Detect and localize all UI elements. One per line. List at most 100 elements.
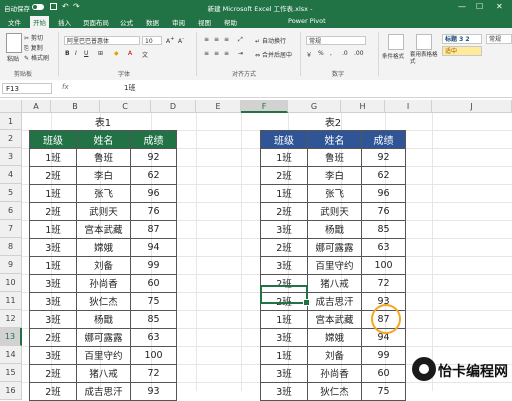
table2-header-cell[interactable]: 班级 <box>260 129 308 149</box>
row-header-3[interactable]: 3 <box>0 148 22 166</box>
row-header-5[interactable]: 5 <box>0 184 22 202</box>
save-icon[interactable] <box>50 3 57 10</box>
close-button[interactable]: ✕ <box>496 2 503 11</box>
table1-cell[interactable]: 2班 <box>29 381 77 401</box>
align-right-icon[interactable]: ≡ <box>224 50 229 57</box>
column-header-a[interactable]: A <box>22 100 51 113</box>
table2-cell[interactable]: 武则天 <box>307 201 362 221</box>
table1-cell[interactable]: 杨戬 <box>76 309 131 329</box>
table2-cell[interactable]: 嫦娥 <box>307 327 362 347</box>
table1-cell[interactable]: 63 <box>129 327 178 347</box>
table1-cell[interactable]: 60 <box>129 273 178 293</box>
table2-cell[interactable]: 2班 <box>260 165 308 185</box>
table1-cell[interactable]: 3班 <box>29 309 77 329</box>
tab-review[interactable]: 审阅 <box>172 17 185 27</box>
border-icon[interactable]: ⊞ <box>98 50 103 57</box>
row-header-15[interactable]: 15 <box>0 364 22 382</box>
table2-header-cell[interactable]: 成绩 <box>360 129 407 149</box>
increase-decimal-icon[interactable]: .0 <box>342 50 348 57</box>
table1-cell[interactable]: 1班 <box>29 255 77 275</box>
phonetic-icon[interactable]: 文 <box>142 50 148 59</box>
table1-cell[interactable]: 2班 <box>29 327 77 347</box>
row-header-7[interactable]: 7 <box>0 220 22 238</box>
table1-cell[interactable]: 鲁班 <box>76 147 131 167</box>
comma-icon[interactable]: , <box>330 50 332 57</box>
paste-button[interactable]: 粘贴 <box>7 54 19 63</box>
table1-cell[interactable]: 成吉思汗 <box>76 381 131 401</box>
column-header-j[interactable]: J <box>432 100 512 113</box>
paste-icon[interactable] <box>6 33 22 53</box>
table2-cell[interactable]: 狄仁杰 <box>307 381 362 401</box>
table1-cell[interactable]: 99 <box>129 255 178 275</box>
table1-cell[interactable]: 96 <box>129 183 178 203</box>
italic-icon[interactable]: I <box>75 50 77 57</box>
conditional-format-button[interactable]: 条件格式 <box>382 52 404 60</box>
table1-cell[interactable]: 75 <box>129 291 178 311</box>
table2-cell[interactable]: 75 <box>360 381 407 401</box>
tab-file[interactable]: 文件 <box>8 17 21 27</box>
table2-cell[interactable]: 1班 <box>260 183 308 203</box>
table1-cell[interactable]: 3班 <box>29 273 77 293</box>
column-header-f[interactable]: F <box>241 100 288 113</box>
table1-cell[interactable]: 娜可露露 <box>76 327 131 347</box>
cut-button[interactable]: ✂ 剪切 <box>24 33 43 42</box>
active-cell[interactable] <box>260 285 310 306</box>
table2-cell[interactable]: 92 <box>360 147 407 167</box>
style-normal[interactable]: 常规 <box>486 34 512 44</box>
column-header-b[interactable]: B <box>51 100 100 113</box>
tab-insert[interactable]: 插入 <box>58 17 71 27</box>
table1-cell[interactable]: 张飞 <box>76 183 131 203</box>
table1-cell[interactable]: 百里守约 <box>76 345 131 365</box>
align-center-icon[interactable]: ≡ <box>214 50 219 57</box>
number-format-select[interactable]: 常规 <box>306 36 366 45</box>
table2-cell[interactable]: 鲁班 <box>307 147 362 167</box>
table2-cell[interactable]: 2班 <box>260 237 308 257</box>
table2-cell[interactable]: 张飞 <box>307 183 362 203</box>
table1-cell[interactable]: 87 <box>129 219 178 239</box>
tab-view[interactable]: 视图 <box>198 17 211 27</box>
underline-icon[interactable]: U <box>84 50 88 57</box>
tab-power-pivot[interactable]: Power Pivot <box>288 17 326 25</box>
tab-home[interactable]: 开始 <box>30 16 49 28</box>
font-color-icon[interactable]: A <box>128 50 132 57</box>
table1-header-cell[interactable]: 成绩 <box>129 129 178 149</box>
font-name-select[interactable]: 阿里巴巴普惠体 <box>64 36 140 45</box>
table1-cell[interactable]: 92 <box>129 147 178 167</box>
orientation-icon[interactable]: ⤢ <box>238 36 243 44</box>
table1-cell[interactable]: 2班 <box>29 165 77 185</box>
formula-input[interactable]: 1班 <box>124 83 135 93</box>
row-header-2[interactable]: 2 <box>0 130 22 148</box>
row-header-10[interactable]: 10 <box>0 274 22 292</box>
table2-cell[interactable]: 刘备 <box>307 345 362 365</box>
worksheet-grid[interactable]: 表1 班级 姓名 成绩 1班 鲁班 92 2班 李白 62 1班 张飞 96 2班 武则天 76 1班 宫本武… <box>22 113 512 401</box>
table1-header-cell[interactable]: 班级 <box>29 129 77 149</box>
table2-header-cell[interactable]: 姓名 <box>307 129 362 149</box>
table1-header-cell[interactable]: 姓名 <box>76 129 131 149</box>
font-size-select[interactable]: 10 <box>142 36 162 45</box>
row-header-12[interactable]: 12 <box>0 310 22 328</box>
table1-cell[interactable]: 94 <box>129 237 178 257</box>
conditional-format-icon[interactable] <box>388 34 404 50</box>
column-header-h[interactable]: H <box>341 100 385 113</box>
table2-cell[interactable]: 李白 <box>307 165 362 185</box>
tab-page-layout[interactable]: 页面布局 <box>83 17 109 27</box>
table2-cell[interactable]: 1班 <box>260 309 308 329</box>
tab-data[interactable]: 数据 <box>146 17 159 27</box>
table1-cell[interactable]: 1班 <box>29 219 77 239</box>
table1-cell[interactable]: 3班 <box>29 291 77 311</box>
table-format-icon[interactable] <box>416 34 432 50</box>
table1-cell[interactable]: 猪八戒 <box>76 363 131 383</box>
bold-icon[interactable]: B <box>65 50 70 57</box>
table2-cell[interactable]: 宫本武藏 <box>307 309 362 329</box>
table2-cell[interactable]: 娜可露露 <box>307 237 362 257</box>
table2-cell[interactable]: 85 <box>360 219 407 239</box>
row-header-16[interactable]: 16 <box>0 382 22 400</box>
table1-cell[interactable]: 3班 <box>29 237 77 257</box>
font-shrink-icon[interactable]: A- <box>178 36 184 45</box>
fill-color-icon[interactable]: ◆ <box>114 50 119 57</box>
name-box[interactable]: F13 <box>2 83 52 94</box>
table2-cell[interactable]: 1班 <box>260 147 308 167</box>
row-header-14[interactable]: 14 <box>0 346 22 364</box>
select-all-corner[interactable] <box>0 100 22 113</box>
table2-cell[interactable]: 3班 <box>260 327 308 347</box>
